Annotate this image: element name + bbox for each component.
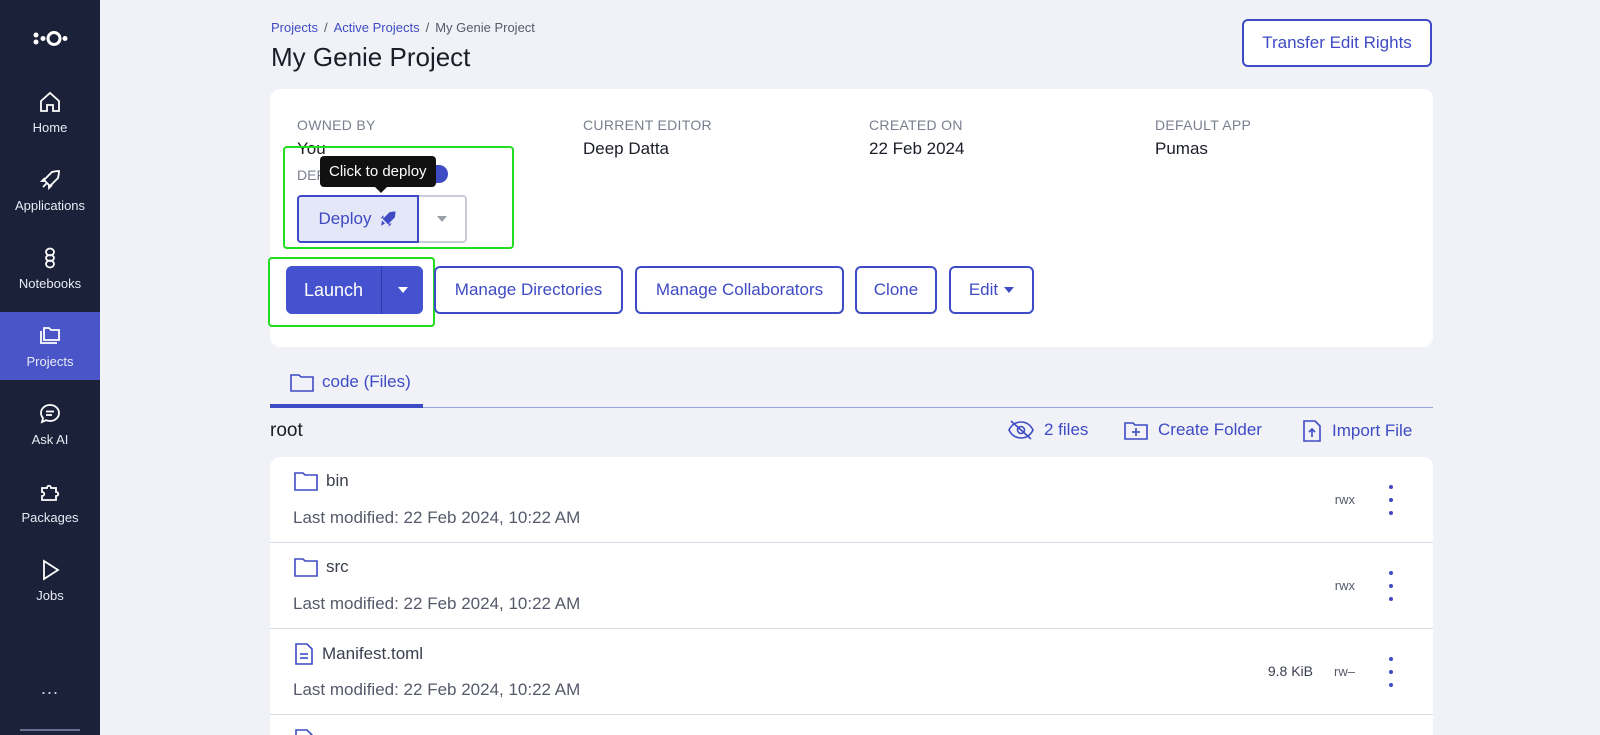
sidebar-item-ask-ai[interactable]: Ask AI (0, 390, 100, 458)
sidebar-item-label: Applications (14, 197, 86, 213)
file-text-icon (295, 643, 313, 665)
import-file-button[interactable]: Import File (1302, 420, 1412, 442)
show-hidden-files-button[interactable]: 2 files (1008, 420, 1088, 440)
breadcrumb: Projects / Active Projects / My Genie Projec… (271, 20, 535, 35)
created-on: CREATED ON 22 Feb 2024 (869, 117, 964, 159)
file-menu-icon[interactable] (1385, 485, 1397, 515)
folder-icon (294, 472, 318, 491)
directory-root-label: root (270, 420, 303, 441)
more-menu[interactable]: ... (0, 678, 100, 699)
current-editor: CURRENT EDITOR Deep Datta (583, 117, 712, 159)
sidebar-item-label: Packages (21, 509, 79, 525)
owned-by-label: OWNED BY (297, 117, 376, 133)
manage-directories-button[interactable]: Manage Directories (434, 266, 623, 314)
sidebar-item-label: Jobs (36, 587, 64, 603)
file-size: 9.8 KiB (1267, 663, 1313, 679)
file-name-label: bin (326, 471, 349, 490)
sidebar-item-label: Notebooks (18, 275, 82, 291)
manage-collaborators-button[interactable]: Manage Collaborators (635, 266, 844, 314)
breadcrumb-active-projects[interactable]: Active Projects (334, 20, 420, 35)
home-icon (40, 91, 60, 112)
folder-icon (294, 558, 318, 577)
file-row[interactable]: Manifest.toml Last modified: 22 Feb 2024… (270, 629, 1433, 715)
folder-plus-icon (1124, 422, 1148, 440)
sidebar-item-home[interactable]: Home (0, 78, 100, 146)
file-menu-icon[interactable] (1385, 571, 1397, 601)
create-folder-button[interactable]: Create Folder (1124, 420, 1262, 440)
breadcrumb-separator: / (425, 20, 430, 35)
file-name-label: Manifest.toml (322, 644, 424, 663)
page-title: My Genie Project (271, 42, 471, 72)
file-name: src (294, 557, 349, 577)
tab-active-indicator (270, 404, 423, 408)
edit-dropdown-button[interactable]: Edit (949, 266, 1034, 314)
deploy-tooltip: Click to deploy (320, 156, 436, 193)
breadcrumb-separator: / (323, 20, 328, 35)
transfer-edit-rights-button[interactable]: Transfer Edit Rights (1242, 19, 1432, 67)
created-on-label: CREATED ON (869, 117, 963, 133)
hidden-files-count: 2 files (1044, 420, 1089, 439)
sidebar-item-notebooks[interactable]: Notebooks (0, 234, 100, 302)
divider (20, 729, 80, 731)
file-permissions: rw– (1334, 664, 1355, 679)
file-row[interactable]: src Last modified: 22 Feb 2024, 10:22 AM… (270, 543, 1433, 629)
tab-label: code (Files) (322, 372, 411, 391)
chat-icon (40, 403, 60, 424)
sidebar-item-label: Projects (26, 353, 74, 369)
current-editor-value: Deep Datta (583, 139, 669, 158)
sidebar-item-projects[interactable]: Projects (0, 312, 100, 380)
create-folder-label: Create Folder (1158, 420, 1262, 439)
file-name: bin (294, 471, 349, 491)
file-modified: Last modified: 22 Feb 2024, 10:22 AM (293, 508, 581, 527)
sidebar-item-packages[interactable]: Packages (0, 468, 100, 536)
import-file-label: Import File (1332, 421, 1413, 440)
breadcrumb-current: My Genie Project (435, 20, 535, 35)
tab-code-files[interactable]: code (Files) (270, 372, 423, 408)
file-modified: Last modified: 22 Feb 2024, 10:22 AM (293, 680, 581, 699)
file-permissions: rwx (1334, 492, 1355, 507)
file-row[interactable]: bin Last modified: 22 Feb 2024, 10:22 AM… (270, 457, 1433, 543)
launch-highlight-box (268, 257, 435, 327)
file-name-label: src (326, 557, 349, 576)
file-upload-icon (1303, 420, 1321, 442)
breadcrumb-projects[interactable]: Projects (271, 20, 318, 35)
file-menu-icon[interactable] (1385, 657, 1397, 687)
default-app: DEFAULT APP Pumas (1155, 117, 1251, 159)
folders-icon (40, 326, 60, 344)
folder-icon (290, 374, 314, 392)
file-permissions: rwx (1334, 578, 1355, 593)
file-row[interactable] (270, 715, 1433, 735)
current-editor-label: CURRENT EDITOR (583, 117, 712, 133)
eye-off-icon (1008, 420, 1034, 440)
edit-button-label: Edit (968, 280, 999, 299)
notebook-icon (45, 247, 55, 268)
default-app-label: DEFAULT APP (1155, 117, 1252, 133)
puzzle-icon (41, 484, 60, 501)
file-modified: Last modified: 22 Feb 2024, 10:22 AM (293, 594, 581, 613)
clone-button[interactable]: Clone (855, 266, 937, 314)
logo (33, 31, 68, 46)
tab-divider (270, 407, 1433, 408)
sidebar-item-label: Home (32, 119, 68, 135)
default-app-value: Pumas (1155, 139, 1208, 158)
created-on-value: 22 Feb 2024 (869, 139, 965, 158)
sidebar-item-jobs[interactable]: Jobs (0, 546, 100, 614)
file-text-icon (295, 729, 313, 735)
play-icon (43, 558, 60, 581)
rocket-icon (39, 169, 60, 190)
sidebar-item-applications[interactable]: Applications (0, 156, 100, 224)
sidebar: Home Applications Notebooks Projects Ask… (0, 0, 100, 735)
chevron-down-icon (1004, 287, 1015, 293)
file-name: Manifest.toml (294, 643, 423, 665)
sidebar-item-label: Ask AI (31, 431, 69, 447)
